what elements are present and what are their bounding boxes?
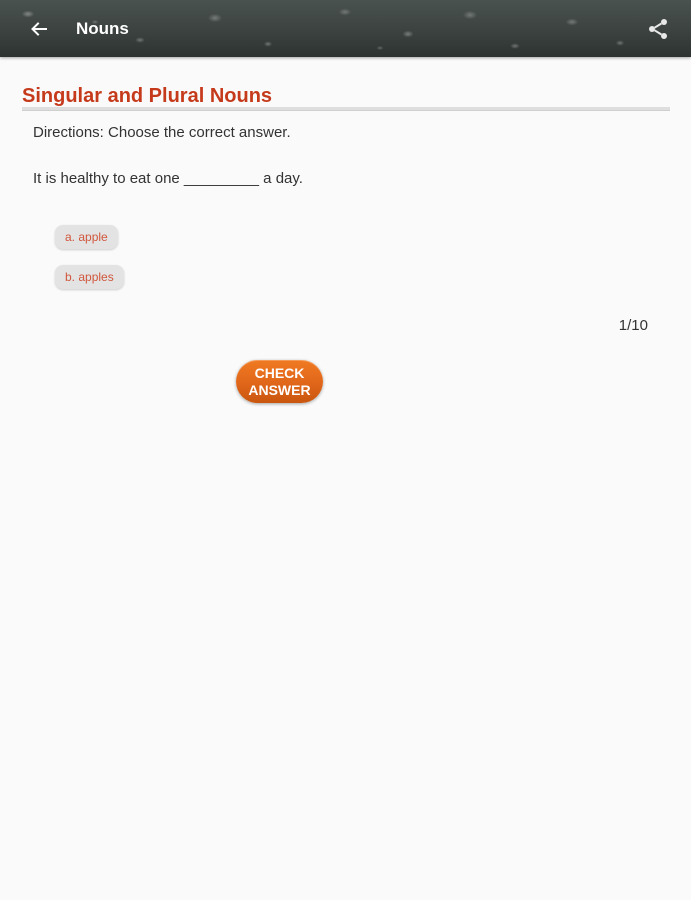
answer-option-b[interactable]: b. apples [55,265,124,289]
arrow-left-icon [31,22,47,36]
app-bar-title: Nouns [76,19,129,38]
share-button[interactable] [643,14,673,44]
title-divider [22,107,670,111]
check-answer-button[interactable]: CHECK ANSWER [236,360,323,403]
question-text: It is healthy to eat one _________ a day… [33,170,303,187]
back-button[interactable] [24,14,54,44]
share-icon [649,19,667,39]
app-bar: Nouns [0,0,691,57]
question-counter: 1/10 [618,317,648,334]
lesson-title: Singular and Plural Nouns [22,85,273,107]
answer-option-a[interactable]: a. apple [55,225,118,249]
directions-text: Directions: Choose the correct answer. [33,124,291,141]
